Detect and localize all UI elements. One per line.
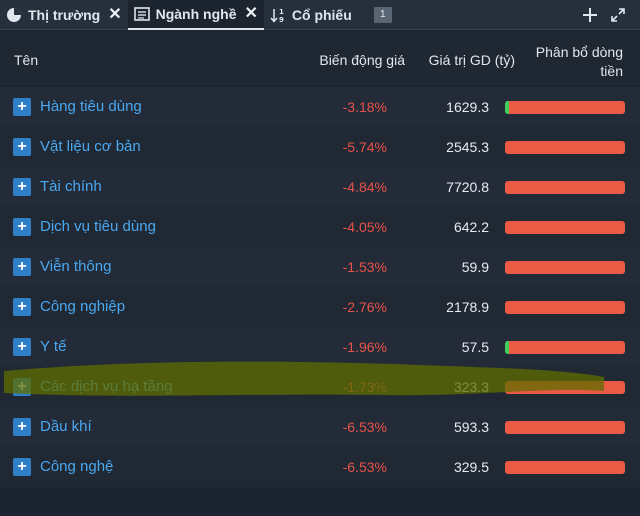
expand-plus-icon[interactable]: + [13,418,31,436]
money-flow-bar [505,341,625,354]
sector-name[interactable]: Tài chính [40,178,102,195]
sort-numeric-icon: 1 9 [270,8,284,23]
expand-plus-icon[interactable]: + [13,458,31,476]
tab-stocks-label: Cổ phiếu [291,6,352,23]
expand-plus-icon[interactable]: + [13,218,31,236]
sector-name[interactable]: Công nghệ [40,458,113,475]
expand-plus-icon[interactable]: + [13,378,31,396]
table-row[interactable]: + Y tế -1.96% 57.5 [0,327,640,367]
money-flow-bar [505,101,625,114]
sector-name[interactable]: Các dịch vụ hạ tầng [40,378,173,395]
expand-plus-icon[interactable]: + [13,178,31,196]
expand-plus-icon[interactable]: + [13,258,31,276]
expand-plus-icon[interactable]: + [13,98,31,116]
trade-value: 323.3 [453,379,489,395]
money-flow-bar [505,261,625,274]
money-flow-bar [505,301,625,314]
tab-bar: Thị trường ✕ Ngành nghề ✕ 1 9 Cổ phiếu 1 [0,0,640,30]
price-change: -4.05% [342,219,387,235]
tab-sectors-label: Ngành nghề [155,5,237,22]
pie-chart-icon [7,7,21,22]
sector-name[interactable]: Công nghiệp [40,298,125,315]
money-flow-bar [505,381,625,394]
sector-name[interactable]: Viễn thông [40,258,111,275]
close-icon[interactable]: ✕ [244,5,257,22]
money-flow-bar [505,461,625,474]
header-price-change[interactable]: Biến động giá [319,52,405,68]
trade-value: 7720.8 [446,179,489,195]
money-flow-bar [505,421,625,434]
expand-plus-icon[interactable]: + [13,298,31,316]
add-icon[interactable] [582,7,598,23]
table-row[interactable]: + Hàng tiêu dùng -3.18% 1629.3 [0,87,640,127]
trade-value: 2178.9 [446,299,489,315]
money-flow-bar [505,181,625,194]
trade-value: 642.2 [453,219,489,235]
tab-sectors[interactable]: Ngành nghề ✕ [127,0,264,30]
expand-icon[interactable] [610,7,626,23]
svg-text:9: 9 [279,16,284,23]
price-change: -1.73% [342,379,387,395]
sector-name[interactable]: Y tế [40,338,66,355]
inflow-segment [505,101,509,114]
table-row[interactable]: + Công nghiệp -2.76% 2178.9 [0,287,640,327]
table-row[interactable]: + Công nghệ -6.53% 329.5 [0,447,640,487]
price-change: -2.76% [342,299,387,315]
trade-value: 593.3 [453,419,489,435]
sector-name[interactable]: Hàng tiêu dùng [40,98,142,115]
sector-name[interactable]: Dầu khí [40,418,92,435]
tab-market[interactable]: Thị trường ✕ [0,0,128,30]
table-row[interactable]: + Tài chính -4.84% 7720.8 [0,167,640,207]
trade-value: 1629.3 [446,99,489,115]
tab-stocks[interactable]: 1 9 Cổ phiếu 1 [264,0,398,30]
trade-value: 57.5 [461,339,489,355]
expand-plus-icon[interactable]: + [13,338,31,356]
sector-name[interactable]: Vật liệu cơ bản [40,138,141,155]
list-icon [133,6,150,21]
money-flow-bar [505,221,625,234]
price-change: -1.96% [342,339,387,355]
sector-name[interactable]: Dịch vụ tiêu dùng [40,218,156,235]
trade-value: 2545.3 [446,139,489,155]
inflow-segment [505,341,509,354]
price-change: -6.53% [342,459,387,475]
table-body: + Hàng tiêu dùng -3.18% 1629.3 + Vật liệ… [0,87,640,487]
tab-market-label: Thị trường [28,6,101,23]
table-row[interactable]: + Dịch vụ tiêu dùng -4.05% 642.2 [0,207,640,247]
table-header: Tên Biến động giá Giá trị GD (tỷ) Phân b… [0,31,640,85]
table-row[interactable]: + Vật liệu cơ bản -5.74% 2545.3 [0,127,640,167]
close-icon[interactable]: ✕ [108,6,121,23]
header-trade-value[interactable]: Giá trị GD (tỷ) [429,52,515,68]
trade-value: 59.9 [461,259,489,275]
price-change: -4.84% [342,179,387,195]
price-change: -3.18% [342,99,387,115]
sector-table: Tên Biến động giá Giá trị GD (tỷ) Phân b… [0,31,640,516]
table-row[interactable]: + Dầu khí -6.53% 593.3 [0,407,640,447]
price-change: -1.53% [342,259,387,275]
price-change: -5.74% [342,139,387,155]
table-row[interactable]: + Các dịch vụ hạ tầng -1.73% 323.3 [0,367,640,407]
tab-count-badge: 1 [373,6,392,23]
price-change: -6.53% [342,419,387,435]
money-flow-bar [505,141,625,154]
header-money-flow[interactable]: Phân bổ dòng tiền [513,43,623,81]
svg-text:1: 1 [279,8,284,16]
header-name[interactable]: Tên [14,52,38,68]
trade-value: 329.5 [453,459,489,475]
table-row[interactable]: + Viễn thông -1.53% 59.9 [0,247,640,287]
expand-plus-icon[interactable]: + [13,138,31,156]
